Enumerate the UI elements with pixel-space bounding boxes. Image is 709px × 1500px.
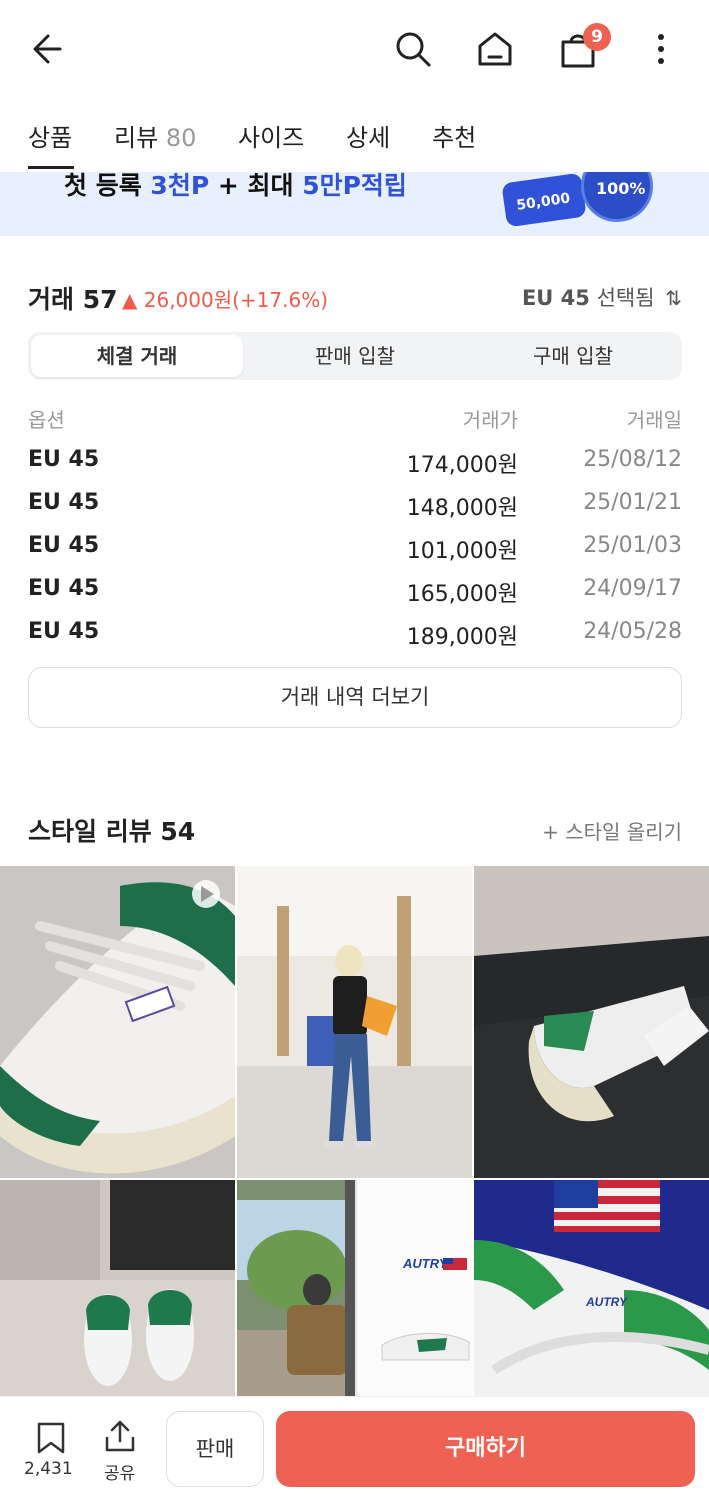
search-icon[interactable] [392,28,434,70]
trade-header: 거래 57 ▲ 26,000원(+17.6%) EU 45 선택됨 ⇅ [28,280,682,314]
row-date: 25/01/03 [583,533,682,558]
more-vertical-icon[interactable] [648,28,674,70]
row-price: 101,000원 [406,539,518,564]
table-row: EU 45 101,000원 25/01/03 [28,525,682,568]
banner-text-mid: + 최대 [209,172,303,200]
style-photo[interactable] [0,1180,235,1396]
autry-logo-text: AUTRY [402,1256,449,1271]
trade-title: 거래 57 [28,285,118,314]
style-photo[interactable]: AUTRY [474,1180,709,1396]
buy-button[interactable]: 구매하기 [276,1411,695,1487]
flag-sneakers-image: AUTRY [474,1180,709,1396]
row-option: EU 45 [28,447,100,472]
home-icon[interactable] [474,28,516,70]
active-tab-indicator [28,166,74,169]
trade-segmented-control: 체결 거래 판매 입찰 구매 입찰 [28,332,682,380]
sort-arrows-icon: ⇅ [665,286,682,310]
tab-label: 추천 [432,124,477,152]
table-row: EU 45 165,000원 24/09/17 [28,568,682,611]
row-option: EU 45 [28,576,100,601]
tab-size[interactable]: 사이즈 [238,118,304,153]
sell-button[interactable]: 판매 [166,1411,264,1487]
percent-coin-graphic: 100% [581,172,653,222]
banner-text: 첫 등록 3천P + 최대 5만P적립 [64,172,407,202]
tab-label: 상세 [346,124,391,152]
size-selector[interactable]: EU 45 선택됨 ⇅ [522,282,682,312]
product-tabs: 상품 리뷰 80 사이즈 상세 추천 [0,108,709,169]
style-photo-grid: AUTRY AUTRY [0,866,709,1396]
row-price: 189,000원 [406,625,518,650]
points-card-value: 50,000 [515,190,572,214]
top-app-bar: 9 [0,0,709,100]
style-review-header: 스타일 리뷰 54 + 스타일 올리기 [28,810,682,846]
row-date: 24/09/17 [583,576,682,601]
review-count: 80 [165,124,197,152]
style-photo[interactable] [0,866,235,1178]
bookmark-icon[interactable] [36,1421,66,1455]
bookmark-count: 2,431 [24,1459,73,1479]
sneaker-closeup-image [0,866,235,1178]
col-date: 거래일 [626,408,682,432]
row-price: 148,000원 [406,496,518,521]
col-option: 옵션 [28,408,65,432]
share-icon[interactable] [104,1419,136,1453]
table-row: EU 45 174,000원 25/08/12 [28,439,682,482]
style-photo[interactable] [237,866,472,1178]
tab-detail[interactable]: 상세 [346,118,390,153]
row-option: EU 45 [28,490,100,515]
share-label: 공유 [104,1464,136,1484]
banner-text-prefix: 첫 등록 [64,172,151,200]
style-photo[interactable]: AUTRY [237,1180,472,1396]
selfie-autry-image: AUTRY [237,1180,472,1396]
banner-highlight-points: 3천P [150,172,210,200]
row-date: 25/01/21 [583,490,682,515]
segment-buy-bid[interactable]: 구매 입찰 [467,335,679,377]
upload-style-link[interactable]: + 스타일 올리기 [542,816,682,845]
tab-label: 상품 [28,124,73,152]
banner-highlight-max: 5만P적립 [302,172,407,200]
table-header: 옵션 거래가 거래일 [28,396,682,439]
selected-size: EU 45 [521,286,590,310]
mall-outfit-image [237,866,472,1178]
tab-product[interactable]: 상품 [28,118,72,153]
row-option: EU 45 [28,619,100,644]
trade-table: 옵션 거래가 거래일 EU 45 174,000원 25/08/12 EU 45… [28,396,682,654]
row-price: 165,000원 [406,582,518,607]
row-date: 25/08/12 [583,447,682,472]
promo-banner[interactable]: 첫 등록 3천P + 최대 5만P적립 50,000 100% [0,172,709,236]
style-photo[interactable] [474,866,709,1178]
style-review-title: 스타일 리뷰 54 [28,817,196,846]
tab-review[interactable]: 리뷰 80 [114,118,196,153]
table-row: EU 45 189,000원 24/05/28 [28,611,682,654]
row-option: EU 45 [28,533,100,558]
segment-executed[interactable]: 체결 거래 [31,335,243,377]
percent-coin-value: 100% [596,179,646,198]
col-price: 거래가 [462,408,518,432]
segment-sell-bid[interactable]: 판매 입찰 [249,335,461,377]
row-date: 24/05/28 [583,619,682,644]
tab-label: 사이즈 [238,124,305,152]
tab-label: 리뷰 [114,124,159,152]
tab-recommend[interactable]: 추천 [432,118,476,153]
autry-logo-text: AUTRY [585,1295,628,1309]
price-change: ▲ 26,000원(+17.6%) [122,288,329,312]
selected-suffix: 선택됨 [596,286,655,310]
bottom-action-bar: 2,431 공유 판매 구매하기 [0,1396,709,1500]
row-price: 174,000원 [406,453,518,478]
feet-sneakers-image [0,1180,235,1396]
more-trades-button[interactable]: 거래 내역 더보기 [28,667,682,728]
car-interior-image [474,866,709,1178]
back-arrow-icon[interactable] [28,28,70,70]
cart-count-badge: 9 [583,23,611,51]
points-card-graphic: 50,000 [501,172,587,228]
table-row: EU 45 148,000원 25/01/21 [28,482,682,525]
